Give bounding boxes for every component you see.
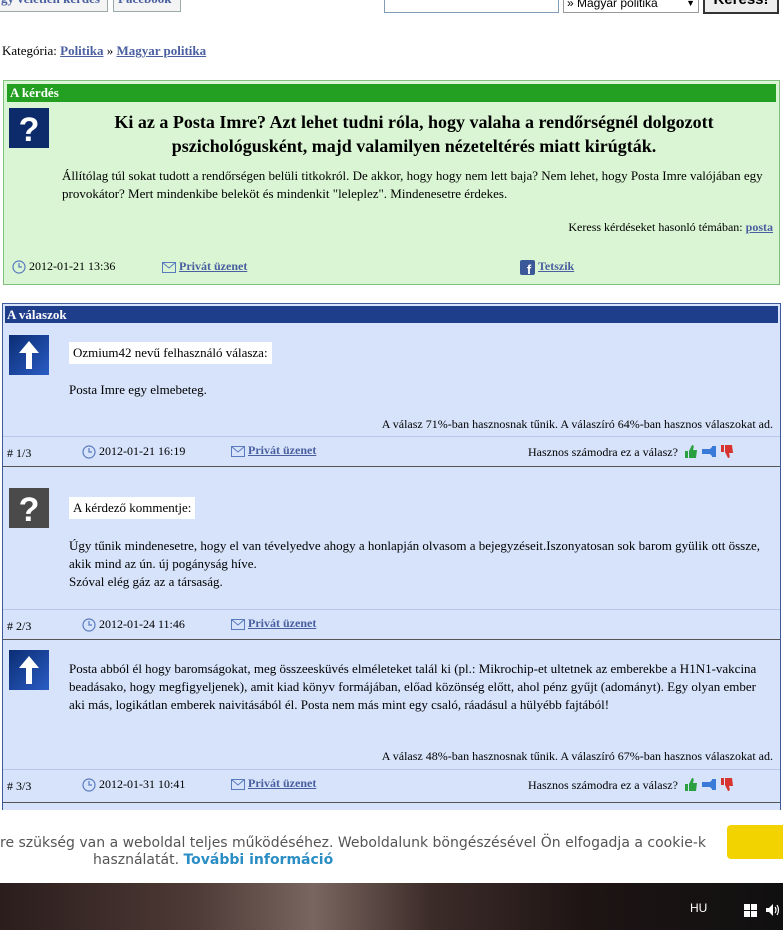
envelope-icon — [162, 261, 176, 273]
envelope-icon — [231, 618, 245, 630]
search-input[interactable] — [384, 0, 559, 13]
clock-icon — [82, 778, 96, 792]
cookie-text-line2: használatát. További információ — [93, 851, 333, 869]
question-mark-icon: ? — [9, 108, 49, 149]
facebook-like-link[interactable]: Tetszik — [538, 259, 574, 273]
clock-icon — [82, 618, 96, 632]
arrow-up-icon — [9, 650, 49, 690]
answer-text-line: Úgy tűnik mindenesetre, hogy el van téve… — [69, 538, 760, 571]
answer-item: Posta abból él hogy baromságokat, meg ös… — [3, 641, 780, 803]
cookie-bar: re szükség van a weboldal teljes működés… — [0, 810, 783, 883]
similar-topics-label: Keress kérdéseket hasonló témában: — [568, 220, 743, 234]
answer-footer: # 3/3 2012-01-31 10:41 Privát üzenet Has… — [3, 769, 780, 799]
facebook-button[interactable]: Facebook — [113, 0, 181, 12]
thumbs-down-icon[interactable] — [720, 444, 734, 459]
clock-icon — [82, 445, 96, 459]
answer-private-message[interactable]: Privát üzenet — [231, 616, 316, 631]
answer-date: 2012-01-24 11:46 — [82, 617, 185, 632]
question-box: A kérdés ? Ki az a Posta Imre? Azt lehet… — [3, 80, 780, 285]
facebook-icon: f — [520, 259, 535, 275]
thumbs-up-icon[interactable] — [684, 777, 698, 792]
category-select[interactable]: » Magyar politika ▼ — [563, 0, 699, 13]
language-indicator[interactable]: HU — [690, 901, 707, 915]
question-body: Állítólag túl sokat tudott a rendőrségen… — [62, 168, 763, 201]
svg-text:?: ? — [19, 111, 40, 148]
breadcrumb-subcategory-link[interactable]: Magyar politika — [116, 43, 206, 58]
answers-box: A válaszok Ozmium42 nevű felhasználó vál… — [2, 303, 781, 823]
question-date: 2012-01-21 13:36 — [12, 259, 115, 274]
breadcrumb-category-link[interactable]: Politika — [60, 43, 103, 58]
thumbs-neutral-icon[interactable] — [701, 444, 717, 459]
thumbs-up-icon[interactable] — [684, 444, 698, 459]
clock-icon — [12, 260, 26, 274]
answer-number: # 2/3 — [7, 619, 32, 633]
svg-text:?: ? — [19, 491, 40, 528]
question-private-message[interactable]: Privát üzenet — [162, 259, 247, 274]
answer-date-text: 2012-01-31 10:41 — [99, 777, 186, 791]
answer-number: # 1/3 — [7, 446, 32, 460]
answer-footer: # 2/3 2012-01-24 11:46 Privát üzenet — [3, 609, 780, 639]
cookie-accept-button[interactable] — [727, 825, 783, 859]
breadcrumb-prefix: Kategória: — [2, 43, 57, 58]
chevron-down-icon: ▼ — [686, 0, 695, 8]
breadcrumb-separator: » — [106, 43, 114, 58]
thumbs-down-icon[interactable] — [720, 777, 734, 792]
answer-text-line: Szóval elég gáz az a társaság. — [69, 574, 223, 589]
arrow-up-icon — [9, 335, 49, 375]
question-private-message-link[interactable]: Privát üzenet — [179, 259, 247, 273]
answer-footer: # 1/3 2012-01-21 16:19 Privát üzenet Has… — [3, 436, 780, 466]
vote-buttons — [684, 777, 734, 796]
envelope-icon — [231, 778, 245, 790]
answer-text: Úgy tűnik mindenesetre, hogy el van téve… — [69, 537, 769, 591]
answer-date-text: 2012-01-21 16:19 — [99, 444, 186, 458]
question-footer: 2012-01-21 13:36 Privát üzenet f Tetszik — [4, 259, 779, 277]
answer-private-message-link[interactable]: Privát üzenet — [248, 616, 316, 630]
windows-icon[interactable] — [744, 904, 758, 918]
random-question-button[interactable]: gy véletlen kérdés — [0, 0, 108, 12]
taskbar: HU — [0, 883, 783, 930]
answer-number: # 3/3 — [7, 779, 32, 793]
useful-question: Hasznos számodra ez a válasz? — [528, 778, 678, 792]
cookie-more-info-link[interactable]: További információ — [183, 852, 333, 868]
envelope-icon — [231, 445, 245, 457]
answer-item: Ozmium42 nevű felhasználó válasza: Posta… — [3, 323, 780, 467]
useful-question: Hasznos számodra ez a válasz? — [528, 445, 678, 459]
similar-topics: Keress kérdéseket hasonló témában: posta — [568, 220, 773, 235]
answer-date: 2012-01-21 16:19 — [82, 444, 185, 459]
answer-text: Posta abból él hogy baromságokat, meg ös… — [69, 661, 757, 712]
question-date-text: 2012-01-21 13:36 — [29, 259, 116, 273]
search-button[interactable]: Keress! — [703, 0, 779, 14]
answers-header: A válaszok — [5, 306, 778, 323]
breadcrumb: Kategória: Politika » Magyar politika — [2, 43, 206, 59]
answer-date: 2012-01-31 10:41 — [82, 777, 185, 792]
answer-private-message[interactable]: Privát üzenet — [231, 776, 316, 791]
answer-stats: A válasz 48%-ban hasznosnak tűnik. A vál… — [381, 749, 773, 763]
top-bar: gy véletlen kérdés Facebook » Magyar pol… — [0, 0, 783, 14]
svg-text:f: f — [527, 262, 532, 275]
question-mark-icon: ? — [9, 488, 49, 528]
answer-stats: A válasz 71%-ban hasznosnak tűnik. A vál… — [381, 417, 773, 431]
answer-date-text: 2012-01-24 11:46 — [99, 617, 185, 631]
answer-private-message[interactable]: Privát üzenet — [231, 443, 316, 458]
similar-topic-link[interactable]: posta — [746, 220, 773, 234]
question-header: A kérdés — [7, 84, 776, 102]
answer-item: ? A kérdező kommentje: Úgy tűnik mindene… — [3, 468, 780, 640]
answer-author: Ozmium42 nevű felhasználó válasza: — [69, 342, 272, 364]
answer-author: A kérdező kommentje: — [69, 497, 196, 519]
cookie-text-end: használatát. — [93, 852, 180, 868]
question-title: Ki az a Posta Imre? Azt lehet tudni róla… — [114, 112, 714, 156]
facebook-like[interactable]: f Tetszik — [520, 259, 574, 275]
speaker-icon[interactable] — [765, 903, 781, 917]
answer-private-message-link[interactable]: Privát üzenet — [248, 776, 316, 790]
cookie-text: re szükség van a weboldal teljes működés… — [0, 835, 706, 851]
category-select-value: » Magyar politika — [567, 0, 658, 10]
answer-text: Posta Imre egy elmebeteg. — [69, 382, 207, 397]
thumbs-neutral-icon[interactable] — [701, 777, 717, 792]
vote-buttons — [684, 444, 734, 463]
answer-private-message-link[interactable]: Privát üzenet — [248, 443, 316, 457]
